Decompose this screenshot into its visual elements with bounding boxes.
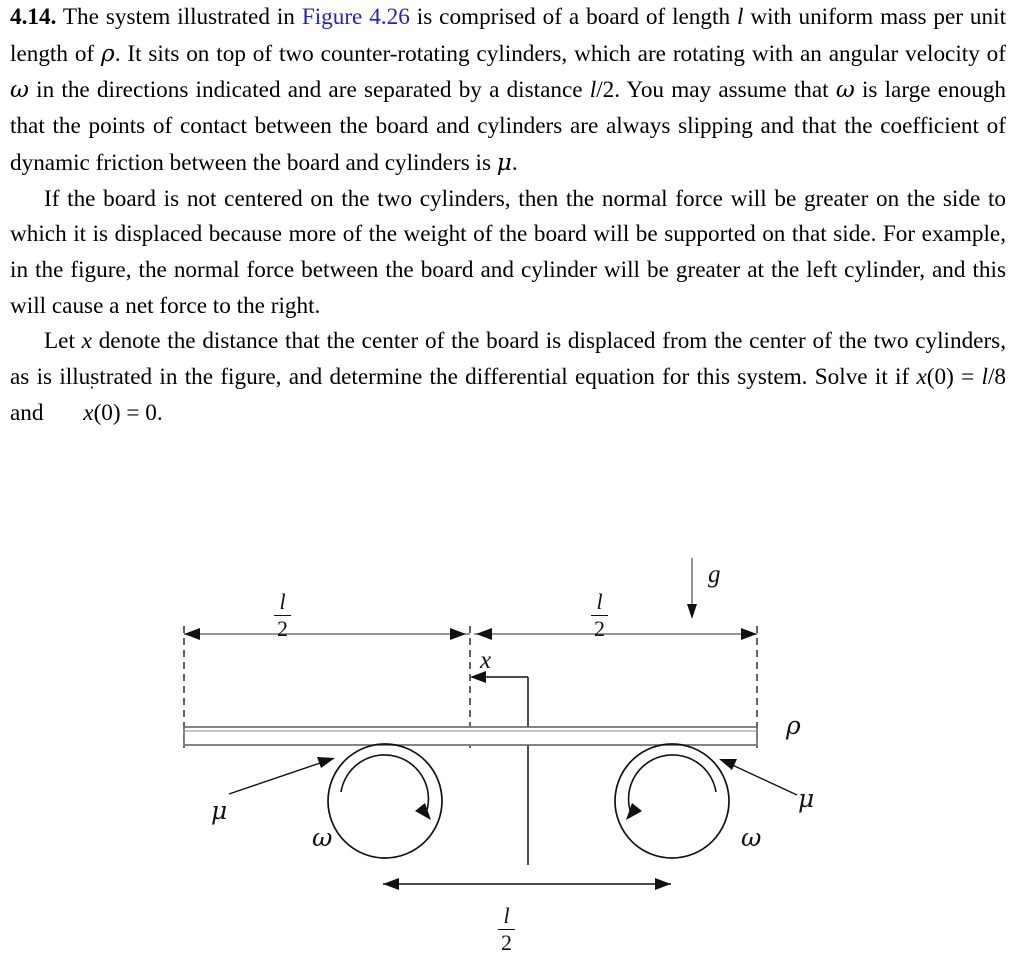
dimension-label-left-half: l 2	[274, 590, 291, 641]
omega-left-label: ω	[312, 823, 333, 852]
dimension-label-right-half: l 2	[591, 590, 608, 641]
gravity-label: g	[708, 561, 721, 588]
x-displacement-dimension	[470, 671, 529, 865]
gravity-arrow	[687, 558, 697, 619]
fraction-denominator: 2	[501, 929, 512, 955]
friction-right-label: μ	[798, 784, 815, 813]
fraction-numerator: l	[279, 589, 286, 614]
fraction-denominator: 2	[594, 615, 605, 641]
page: 4.14. The system illustrated in Figure 4…	[0, 0, 1024, 954]
fraction-numerator: l	[503, 903, 510, 928]
paragraph-3-tail: (0) = 0.	[93, 399, 163, 426]
paragraph-3: Let x denote the distance that the cente…	[10, 324, 1006, 431]
paragraph-2: If the board is not centered on the two …	[10, 185, 1006, 319]
dimension-left-half-length	[184, 628, 470, 640]
x-dot-symbol: ̇x	[83, 399, 94, 426]
problem-number: 4.14.	[10, 4, 57, 30]
paragraph-1-lead: The system illustrated in	[62, 4, 302, 30]
density-label: ρ	[786, 711, 801, 740]
board	[183, 726, 758, 746]
x-displacement-label: x	[480, 647, 492, 674]
friction-left-label: μ	[211, 796, 228, 825]
problem-text: 4.14. The system illustrated in Figure 4…	[10, 0, 1006, 431]
paragraph-1: 4.14. The system illustrated in Figure 4…	[10, 0, 1006, 182]
figure-drawing	[183, 558, 798, 890]
omega-right-label: ω	[741, 823, 762, 852]
left-cylinder	[327, 743, 443, 859]
dimension-label-separation: l 2	[498, 904, 515, 955]
friction-left-leader-arrow	[228, 757, 335, 795]
dimension-cylinder-separation	[383, 878, 671, 890]
figure-4-26: g ρ x μ μ ω ω l 2 l 2 l 2	[0, 520, 1024, 954]
right-cylinder	[614, 743, 730, 859]
dimension-right-half-length	[474, 628, 757, 640]
fraction-numerator: l	[596, 589, 603, 614]
friction-right-leader-arrow	[719, 759, 798, 796]
fraction-denominator: 2	[277, 615, 288, 641]
figure-reference-link[interactable]: Figure 4.26	[302, 4, 410, 30]
